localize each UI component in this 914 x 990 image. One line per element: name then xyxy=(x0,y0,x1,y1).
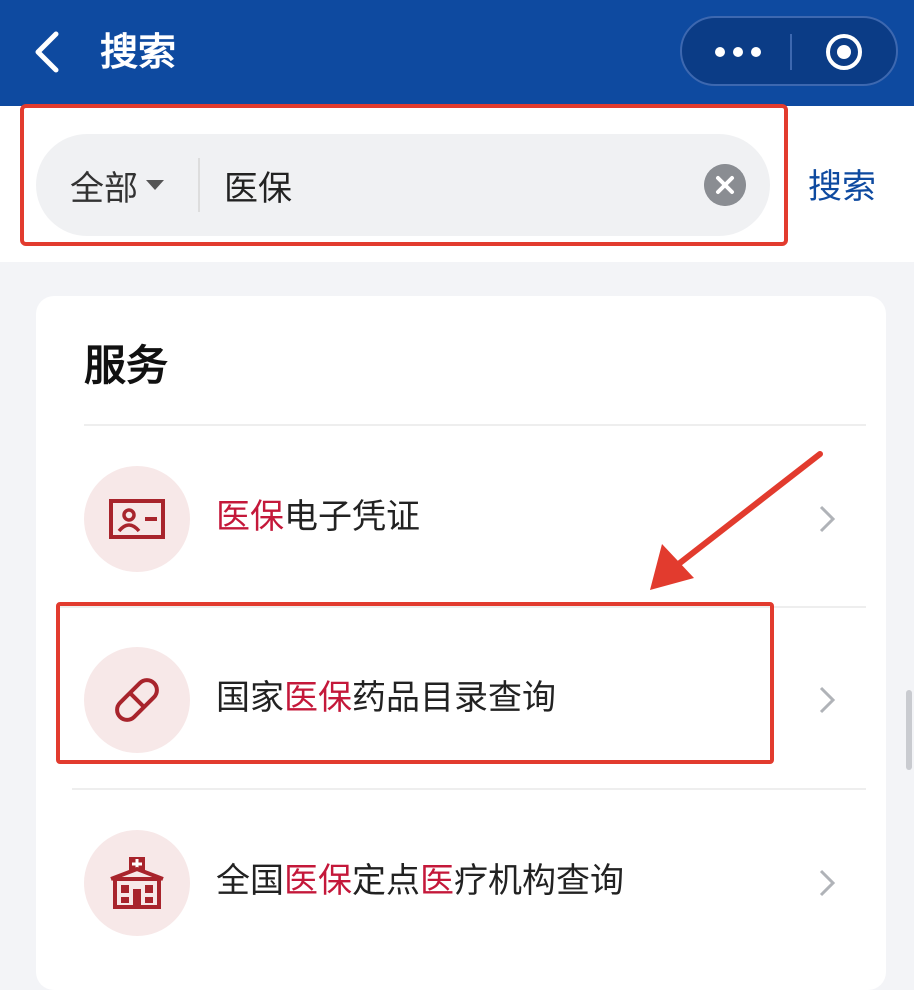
hospital-icon xyxy=(110,857,164,909)
icon-circle xyxy=(84,647,190,753)
chevron-right-icon xyxy=(819,505,836,533)
service-item-drug-catalog-query[interactable]: 国家医保药品目录查询 xyxy=(36,623,886,773)
search-scope-label: 全部 xyxy=(70,168,138,209)
search-input[interactable] xyxy=(224,160,684,210)
section-title: 服务 xyxy=(84,341,169,390)
navigation-bar: 搜索 xyxy=(0,0,914,106)
services-card: 服务 医保电子凭证 国家医保药品目录查询 全国医保定点医疗机构查询 xyxy=(36,296,886,990)
service-item-medical-insurance-voucher[interactable]: 医保电子凭证 xyxy=(36,442,886,592)
service-item-label: 医保电子凭证 xyxy=(216,492,420,542)
clear-search-icon[interactable] xyxy=(704,164,746,206)
caret-down-icon xyxy=(146,180,164,190)
service-item-designated-institution-query[interactable]: 全国医保定点医疗机构查询 xyxy=(36,806,886,956)
icon-circle xyxy=(84,466,190,572)
label-text: 药品目录查询 xyxy=(352,678,556,718)
label-text: 疗机构查询 xyxy=(454,861,624,901)
search-divider xyxy=(198,158,200,212)
service-item-label: 全国医保定点医疗机构查询 xyxy=(216,856,624,906)
back-arrow-icon[interactable] xyxy=(30,30,66,74)
mini-program-capsule xyxy=(680,16,898,86)
keyword-highlight: 医 xyxy=(420,861,454,901)
chevron-right-icon xyxy=(819,686,836,714)
search-button[interactable]: 搜索 xyxy=(808,162,876,212)
scrollbar[interactable] xyxy=(906,690,912,770)
capsule-divider xyxy=(790,34,792,70)
search-area: 全部 搜索 xyxy=(0,106,914,262)
divider xyxy=(72,788,866,790)
chevron-right-icon xyxy=(819,869,836,897)
keyword-highlight: 医保 xyxy=(216,497,284,537)
more-options-icon[interactable] xyxy=(710,38,766,66)
label-text: 全国 xyxy=(216,861,284,901)
close-mini-program-icon[interactable] xyxy=(824,32,864,72)
pill-icon xyxy=(115,678,159,722)
keyword-highlight: 医保 xyxy=(284,861,352,901)
label-text: 电子凭证 xyxy=(284,497,420,537)
icon-circle xyxy=(84,830,190,936)
page-title: 搜索 xyxy=(100,30,177,74)
label-text: 国家 xyxy=(216,678,284,718)
service-item-label: 国家医保药品目录查询 xyxy=(216,673,556,723)
id-card-icon xyxy=(109,499,165,539)
divider xyxy=(56,606,866,608)
keyword-highlight: 医保 xyxy=(284,678,352,718)
search-box: 全部 xyxy=(36,134,770,236)
label-text: 定点 xyxy=(352,861,420,901)
search-scope-dropdown[interactable]: 全部 xyxy=(70,162,164,209)
divider xyxy=(84,424,866,426)
